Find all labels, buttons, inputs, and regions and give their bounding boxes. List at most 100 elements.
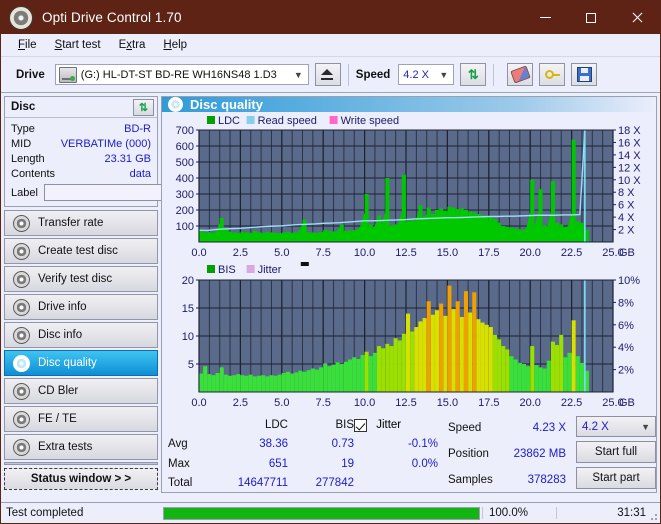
speed-select[interactable]: 4.2 X ▼ xyxy=(398,64,455,85)
disc-icon xyxy=(13,382,30,400)
svg-text:5.0: 5.0 xyxy=(274,247,289,259)
disc-panel-header: Disc ⇅ xyxy=(5,97,157,118)
sidebar-item-label: Extra tests xyxy=(38,441,93,453)
svg-text:8%: 8% xyxy=(618,297,634,309)
main-panel: Disc quality LDC Read speed Write speed 10 0… xyxy=(161,96,657,493)
stats-avg-jitter: -0.1% xyxy=(407,438,438,451)
svg-text:BIS: BIS xyxy=(218,264,236,276)
stats-avg-ldc: 38.36 xyxy=(259,438,288,451)
jitter-checkbox[interactable] xyxy=(354,418,367,432)
window-controls xyxy=(522,1,660,34)
resize-grip[interactable] xyxy=(648,511,658,521)
disc-refresh-button[interactable]: ⇅ xyxy=(133,98,154,116)
titlebar: Opti Drive Control 1.70 xyxy=(1,1,660,34)
menu-extra[interactable]: Extra xyxy=(110,37,155,53)
erase-button[interactable] xyxy=(507,63,534,86)
table-row: Samples 378283 xyxy=(448,467,566,493)
sidebar-item-disc-quality[interactable]: Disc quality xyxy=(4,350,158,376)
sidebar-item-label: Verify test disc xyxy=(38,273,113,285)
main-header: Disc quality xyxy=(162,97,656,112)
test-speed-select[interactable]: 4.2 X ▼ xyxy=(576,416,656,437)
menu-help[interactable]: Help xyxy=(154,37,196,53)
sidebar-item-label: Drive info xyxy=(38,301,87,313)
svg-text:4%: 4% xyxy=(618,342,634,354)
sidebar-item-drive-info[interactable]: Drive info xyxy=(4,294,158,320)
svg-text:5: 5 xyxy=(188,359,194,371)
minimize-icon xyxy=(539,17,551,18)
start-full-button[interactable]: Start full xyxy=(576,441,656,463)
stats-header-ldc: LDC xyxy=(264,419,288,432)
disc-label-row: Label xyxy=(11,183,247,202)
sidebar-item-label: FE / TE xyxy=(38,413,77,425)
sidebar-item-cd-bler[interactable]: CD Bler xyxy=(4,378,158,404)
svg-text:LDC: LDC xyxy=(218,115,240,127)
speed-info-label: Speed xyxy=(448,422,482,435)
stats-row-label-total: Total xyxy=(168,476,193,489)
key-button[interactable] xyxy=(539,63,566,86)
refresh-button[interactable]: ⇅ xyxy=(460,63,487,86)
svg-text:2.5: 2.5 xyxy=(233,397,248,409)
stats-max-bis: 19 xyxy=(341,457,354,470)
drive-icon xyxy=(58,66,77,83)
save-icon xyxy=(576,67,592,82)
table-row: Avg 38.36 0.73 -0.1% xyxy=(168,435,438,454)
drive-select[interactable]: (G:) HL-DT-ST BD-RE WH16NS48 1.D3 ▼ xyxy=(54,64,309,85)
sidebar-item-label: Transfer rate xyxy=(38,217,104,229)
sidebar-spacer xyxy=(4,462,158,465)
disc-icon xyxy=(168,97,183,112)
svg-text:22.5: 22.5 xyxy=(561,397,582,409)
speed-info-value: 4.23 X xyxy=(532,422,566,435)
svg-text:15: 15 xyxy=(182,303,194,315)
svg-text:Write speed: Write speed xyxy=(341,115,400,127)
svg-text:GB: GB xyxy=(619,397,635,409)
maximize-icon xyxy=(586,12,596,23)
save-button[interactable] xyxy=(571,63,598,86)
disc-contents-label: Contents xyxy=(11,167,56,180)
disc-icon xyxy=(13,298,30,316)
svg-text:12.5: 12.5 xyxy=(395,397,416,409)
sidebar-item-verify-test-disc[interactable]: Verify test disc xyxy=(4,266,158,292)
stats-max-jitter: 0.0% xyxy=(411,457,438,470)
svg-text:6%: 6% xyxy=(618,320,634,332)
menubar: File Start test Extra Help xyxy=(1,34,660,57)
run-controls: 4.2 X ▼ Start full Start part xyxy=(576,416,656,493)
drive-toolbar: Drive (G:) HL-DT-ST BD-RE WH16NS48 1.D3 … xyxy=(1,57,660,93)
progress-bar xyxy=(163,506,480,520)
jitter-label: Jitter xyxy=(376,419,402,432)
refresh-icon: ⇅ xyxy=(467,67,479,82)
svg-text:7.5: 7.5 xyxy=(316,397,331,409)
sidebar-item-disc-info[interactable]: Disc info xyxy=(4,322,158,348)
sidebar: Disc ⇅ Type BD-R MID VERBATIMe (000) Len… xyxy=(1,93,247,493)
drive-select-value: (G:) HL-DT-ST BD-RE WH16NS48 1.D3 xyxy=(80,68,277,81)
start-part-button[interactable]: Start part xyxy=(576,467,656,489)
stats-avg-bis: 0.73 xyxy=(331,438,354,451)
svg-text:7.5: 7.5 xyxy=(316,247,331,259)
maximize-button[interactable] xyxy=(568,1,614,34)
disc-label-label: Label xyxy=(11,186,38,199)
status-window-button[interactable]: Status window > > xyxy=(4,468,158,490)
svg-text:10 X: 10 X xyxy=(618,175,641,187)
sidebar-item-fe-te[interactable]: FE / TE xyxy=(4,406,158,432)
sidebar-item-extra-tests[interactable]: Extra tests xyxy=(4,434,158,460)
minimize-button[interactable] xyxy=(522,1,568,34)
table-row: Max 651 19 0.0% xyxy=(168,455,438,474)
svg-text:10: 10 xyxy=(182,331,194,343)
svg-text:17.5: 17.5 xyxy=(478,247,499,259)
svg-text:2%: 2% xyxy=(618,365,634,377)
svg-text:14 X: 14 X xyxy=(618,150,641,162)
disc-icon xyxy=(13,270,30,288)
disc-icon xyxy=(9,5,33,30)
svg-text:10.0: 10.0 xyxy=(354,247,375,259)
menu-start-test[interactable]: Start test xyxy=(46,37,110,53)
chevron-down-icon: ▼ xyxy=(439,69,449,80)
opti-drive-control-window: Opti Drive Control 1.70 File Start test … xyxy=(0,0,661,524)
menu-file[interactable]: File xyxy=(9,37,46,53)
menu-start-test-label: tart test xyxy=(62,39,101,51)
sidebar-item-create-test-disc[interactable]: Create test disc xyxy=(4,238,158,264)
eject-button[interactable] xyxy=(314,63,341,86)
sidebar-item-transfer-rate[interactable]: Transfer rate xyxy=(4,210,158,236)
svg-text:Read speed: Read speed xyxy=(258,115,317,127)
menu-extra-label: tra xyxy=(132,39,146,51)
close-button[interactable] xyxy=(614,1,660,34)
svg-text:15.0: 15.0 xyxy=(437,397,458,409)
